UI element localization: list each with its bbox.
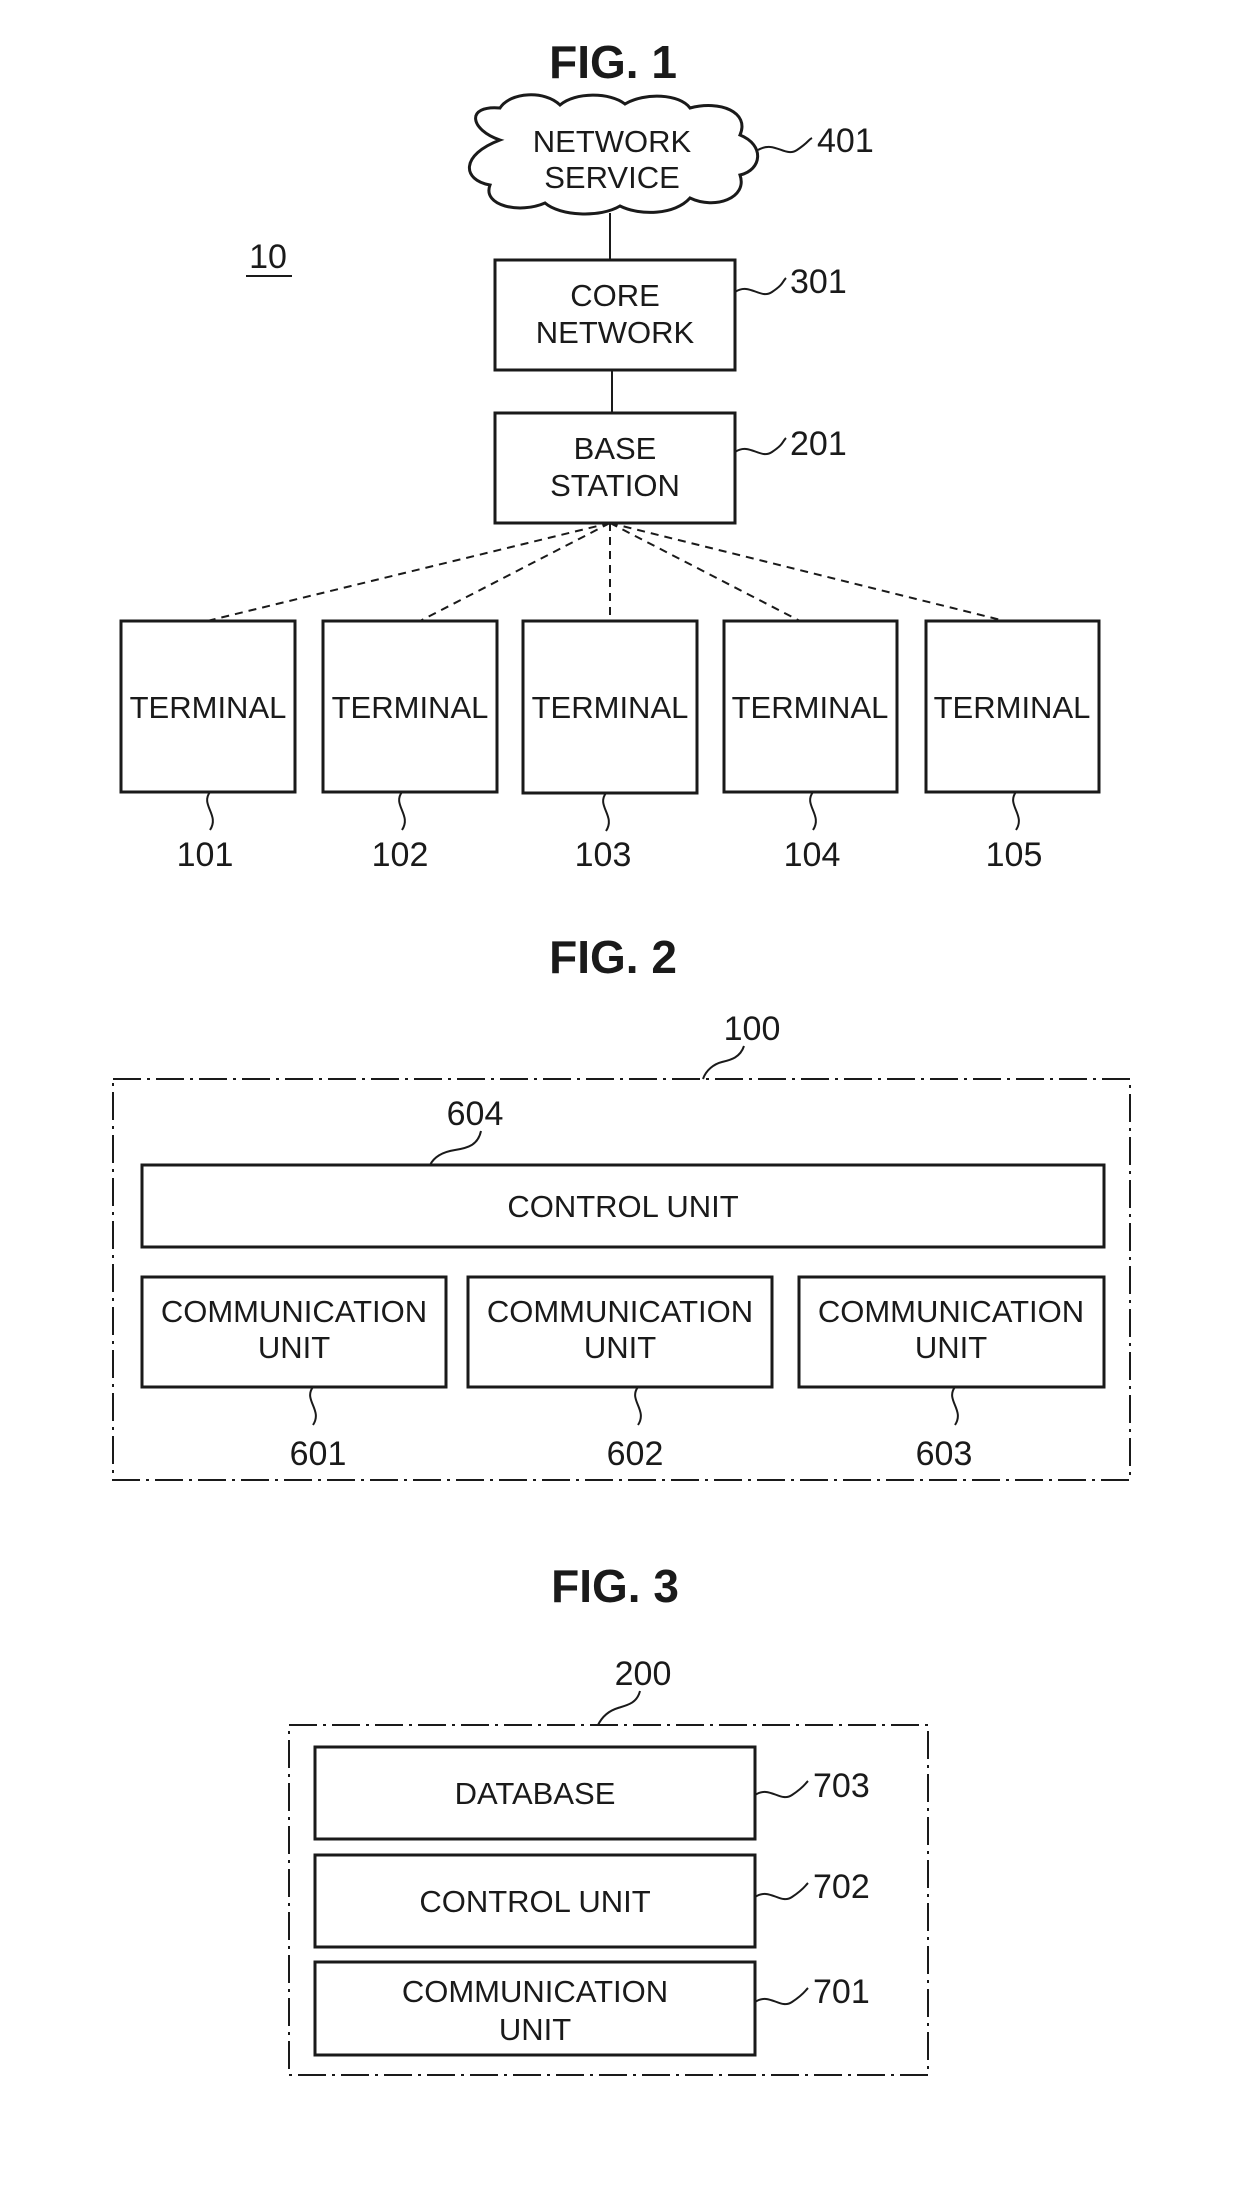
- network-service-cloud: NETWORK SERVICE: [468, 93, 760, 216]
- terminal-node: TERMINAL 103: [521, 619, 699, 874]
- device-200-ref: 200: [615, 1655, 672, 1693]
- communication-unit-label-line2: UNIT: [915, 1330, 987, 1365]
- leader-301: [734, 277, 787, 295]
- network-service-label-line2: SERVICE: [544, 160, 680, 195]
- base-station-label-line2: STATION: [550, 468, 680, 503]
- communication-unit-node: COMMUNICATION UNIT 601: [140, 1275, 448, 1473]
- core-network-node: CORE NETWORK: [493, 258, 737, 372]
- fig2: FIG. 2 100 604 CONTROL UNIT COMMUNICATIO…: [112, 931, 1131, 1481]
- leader-101: [206, 791, 214, 831]
- terminal-label: TERMINAL: [532, 690, 689, 725]
- communication-unit-label-line1: COMMUNICATION: [402, 1974, 668, 2009]
- fig3-title: FIG. 3: [551, 1560, 679, 1612]
- communication-unit-label-line1: COMMUNICATION: [161, 1294, 427, 1329]
- core-network-ref: 301: [790, 263, 847, 301]
- leader-103: [602, 792, 610, 832]
- leader-104: [809, 791, 817, 831]
- leader-703: [754, 1780, 809, 1798]
- control-unit-node: CONTROL UNIT: [140, 1163, 1106, 1249]
- leader-603: [951, 1386, 959, 1426]
- communication-unit-node: COMMUNICATION UNIT 602: [466, 1275, 774, 1473]
- communication-unit-node: COMMUNICATION UNIT: [313, 1960, 757, 2057]
- patent-drawing-sheet: FIG. 1 10 NETWORK SERVICE 401 CORE NETWO…: [112, 36, 1131, 2076]
- terminal-label: TERMINAL: [934, 690, 1091, 725]
- leader-201: [734, 437, 787, 455]
- communication-unit-ref: 701: [813, 1973, 870, 2011]
- leader-105: [1012, 791, 1020, 831]
- communication-unit-label-line2: UNIT: [258, 1330, 330, 1365]
- wireless-link-102: [419, 522, 611, 622]
- communication-unit-ref: 603: [916, 1435, 973, 1473]
- fig1-title: FIG. 1: [549, 36, 677, 88]
- core-network-label-line1: CORE: [570, 278, 660, 313]
- leader-200: [597, 1690, 641, 1726]
- fig2-title: FIG. 2: [549, 931, 677, 983]
- database-ref: 703: [813, 1767, 870, 1805]
- communication-unit-label-line2: UNIT: [584, 1330, 656, 1365]
- control-unit-ref: 702: [813, 1868, 870, 1906]
- control-unit-label: CONTROL UNIT: [419, 1884, 650, 1919]
- system-ref-label: 10: [249, 238, 287, 276]
- terminal-node: TERMINAL 104: [722, 619, 899, 874]
- leader-102: [398, 791, 406, 831]
- wireless-link-105: [609, 522, 1006, 622]
- leader-604: [429, 1130, 482, 1166]
- leader-401: [757, 137, 813, 153]
- terminal-node: TERMINAL 102: [321, 619, 499, 874]
- terminal-label: TERMINAL: [130, 690, 287, 725]
- terminal-ref: 105: [986, 836, 1043, 874]
- leader-601: [309, 1386, 317, 1426]
- core-network-label-line2: NETWORK: [536, 315, 695, 350]
- network-service-ref: 401: [817, 122, 874, 160]
- base-station-ref: 201: [790, 425, 847, 463]
- terminal-ref: 101: [177, 836, 234, 874]
- control-unit-ref: 604: [447, 1095, 504, 1133]
- control-unit-node: CONTROL UNIT: [313, 1853, 757, 1949]
- communication-unit-label-line2: UNIT: [499, 2012, 571, 2047]
- base-station-node: BASE STATION: [493, 411, 737, 525]
- base-station-label-line1: BASE: [574, 431, 657, 466]
- database-node: DATABASE: [313, 1745, 757, 1841]
- communication-unit-node: COMMUNICATION UNIT 603: [797, 1275, 1106, 1473]
- fig1: FIG. 1 10 NETWORK SERVICE 401 CORE NETWO…: [119, 36, 1101, 874]
- device-100-ref: 100: [724, 1010, 781, 1048]
- communication-unit-ref: 601: [290, 1435, 347, 1473]
- leader-702: [754, 1882, 809, 1900]
- terminal-node: TERMINAL 101: [119, 619, 297, 874]
- control-unit-label: CONTROL UNIT: [507, 1189, 738, 1224]
- terminal-label: TERMINAL: [332, 690, 489, 725]
- leader-100: [702, 1045, 745, 1080]
- fig3: FIG. 3 200 DATABASE 703 CONTROL UNIT 702…: [288, 1560, 929, 2076]
- terminal-ref: 104: [784, 836, 841, 874]
- terminal-ref: 102: [372, 836, 429, 874]
- terminal-ref: 103: [575, 836, 632, 874]
- communication-unit-label-line1: COMMUNICATION: [487, 1294, 753, 1329]
- communication-unit-ref: 602: [607, 1435, 664, 1473]
- terminal-label: TERMINAL: [732, 690, 889, 725]
- database-label: DATABASE: [455, 1776, 616, 1811]
- network-service-label-line1: NETWORK: [533, 124, 692, 159]
- wireless-link-101: [206, 522, 611, 622]
- communication-unit-label-line1: COMMUNICATION: [818, 1294, 1084, 1329]
- wireless-link-104: [609, 522, 801, 622]
- leader-701: [754, 1987, 809, 2005]
- leader-602: [634, 1386, 642, 1426]
- terminal-node: TERMINAL 105: [924, 619, 1101, 874]
